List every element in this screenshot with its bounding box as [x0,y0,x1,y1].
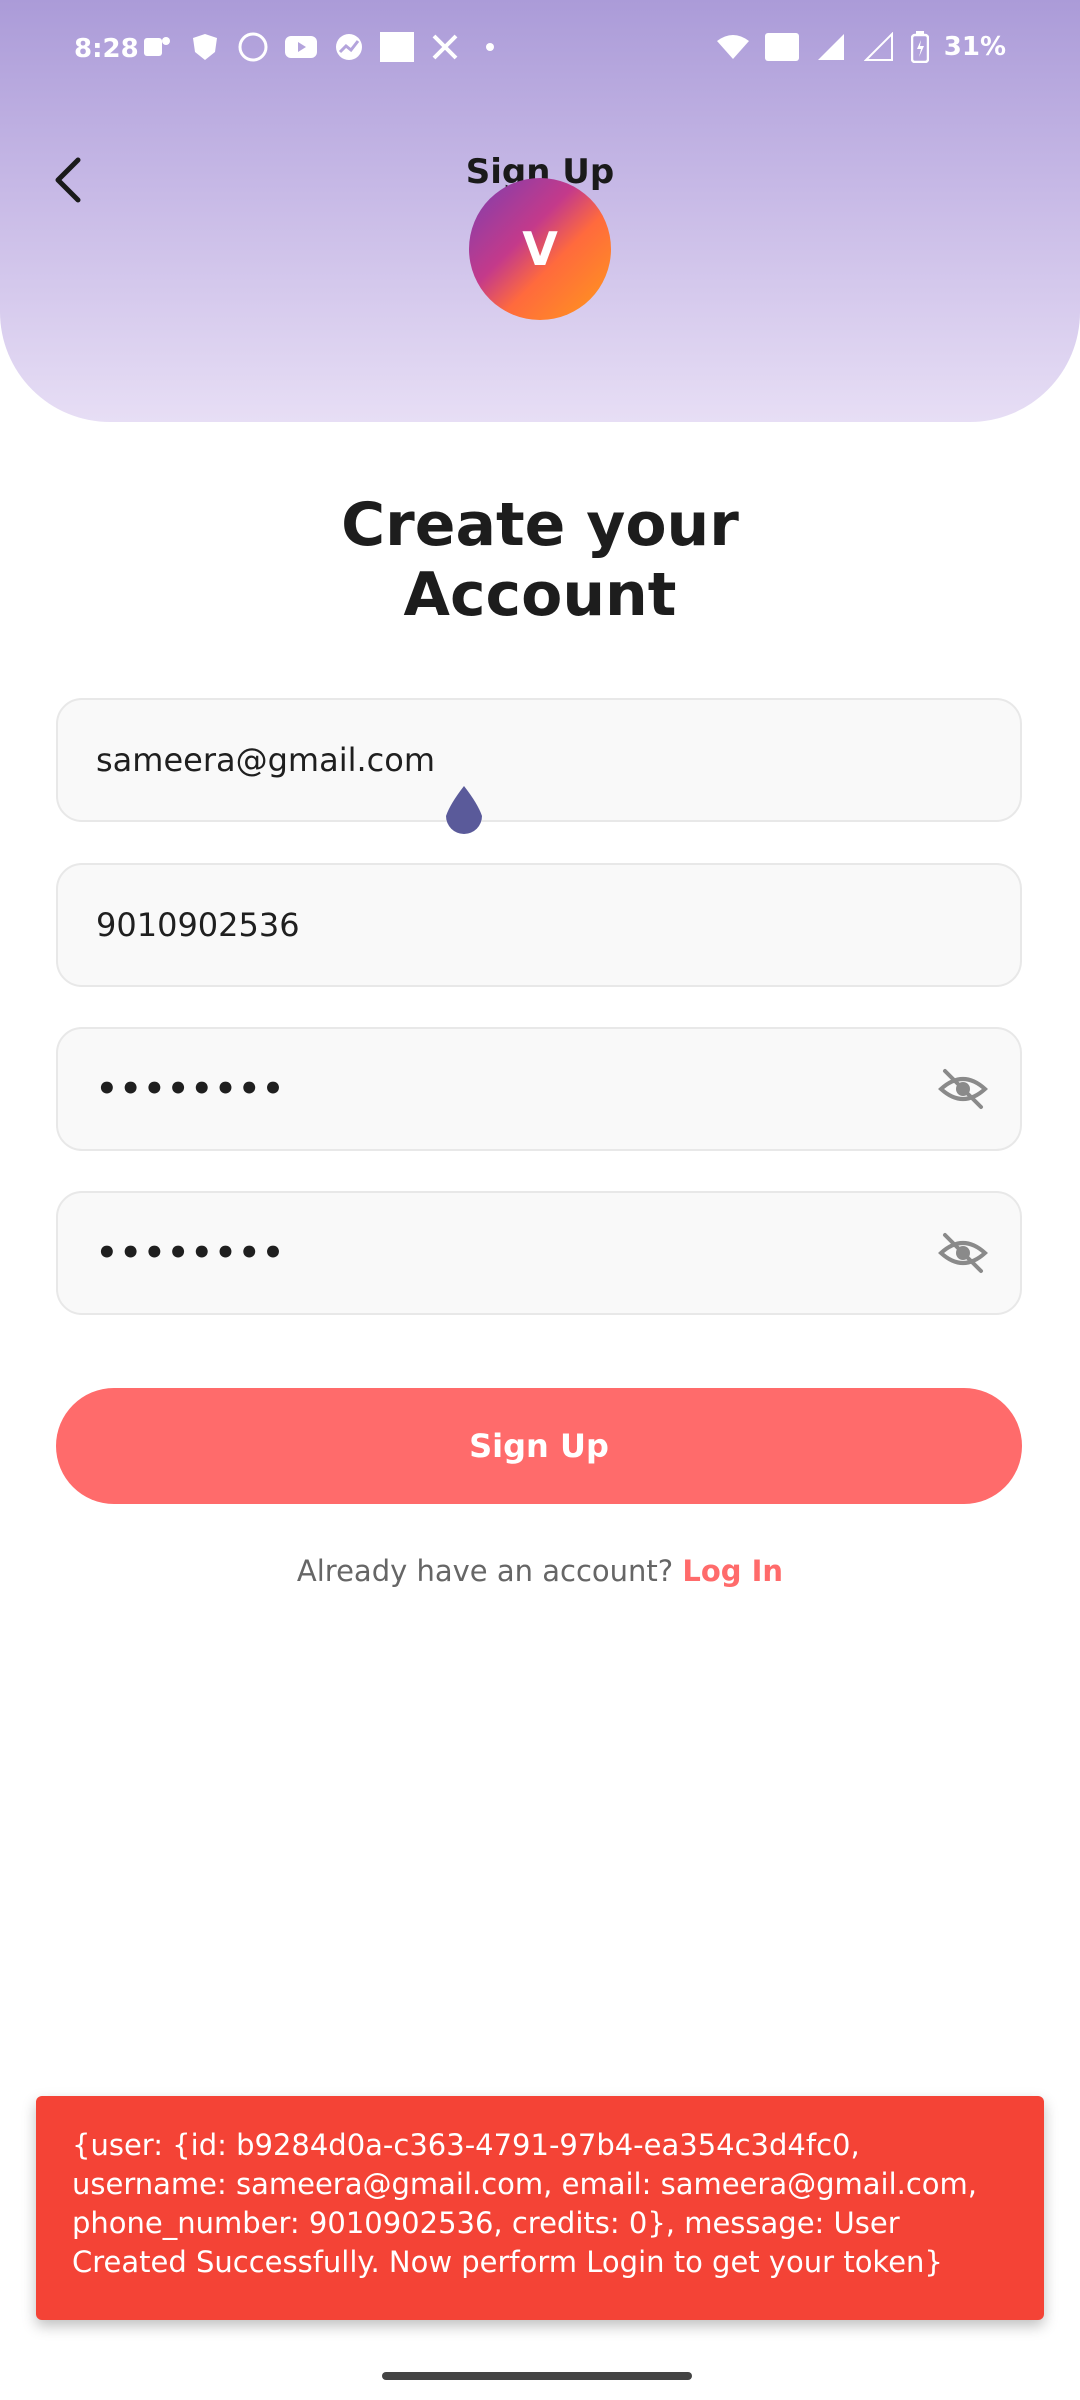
eye-off-icon[interactable] [936,1062,990,1116]
avatar-letter: V [522,222,558,276]
snackbar: {user: {id: b9284d0a-c363-4791-97b4-ea35… [36,2096,1044,2320]
chart-app-icon [332,30,366,64]
phone-value: 9010902536 [96,906,300,944]
phone-field[interactable]: 9010902536 [56,863,1022,987]
battery-icon [910,30,930,64]
square-app-icon [380,32,414,62]
sign-up-label: Sign Up [469,1427,609,1465]
confirm-password-value: •••••••• [96,1233,286,1273]
eye-off-icon[interactable] [936,1226,990,1280]
password-field[interactable]: •••••••• [56,1027,1022,1151]
confirm-password-field[interactable]: •••••••• [56,1191,1022,1315]
x-icon [428,30,462,64]
avatar: V [469,178,611,320]
signal-icon [814,30,848,64]
notification-icons [140,30,494,64]
system-icons: 31% [716,30,1006,64]
email-field[interactable]: sameera@gmail.com [56,698,1022,822]
app-icon [236,30,270,64]
sign-up-button[interactable]: Sign Up [56,1388,1022,1504]
teams-icon [140,30,174,64]
wifi-icon [716,30,750,64]
signal-icon-2 [862,30,896,64]
heading-text: Create your Account [341,490,739,630]
youtube-icon [284,30,318,64]
create-account-heading: Create your Account [0,490,1080,630]
text-cursor-handle[interactable] [438,784,490,844]
volte-icon [764,30,800,64]
log-in-link[interactable]: Log In [682,1554,783,1588]
password-value: •••••••• [96,1069,286,1109]
login-prompt: Already have an account? [296,1554,674,1588]
login-prompt-row: Already have an account? Log In [0,1554,1080,1588]
status-bar: 8:28 31% [0,0,1080,104]
battery-percent: 31% [943,32,1006,62]
email-value: sameera@gmail.com [96,741,435,779]
vpn-shield-icon [188,30,222,64]
snackbar-message: {user: {id: b9284d0a-c363-4791-97b4-ea35… [72,2128,978,2279]
status-time: 8:28 [74,34,139,64]
home-indicator[interactable] [382,2372,692,2380]
dot-icon [486,43,494,51]
